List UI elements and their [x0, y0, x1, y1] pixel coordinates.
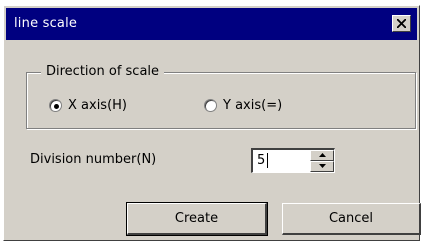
cancel-button[interactable]: Cancel: [282, 203, 421, 235]
spin-down-icon: [319, 164, 326, 168]
line-scale-dialog: line scale Direction of scale X axis(H) …: [3, 5, 421, 241]
division-number-stepper[interactable]: 5: [251, 148, 335, 173]
group-legend: Direction of scale: [41, 64, 165, 80]
create-button[interactable]: Create: [126, 202, 268, 236]
spin-down-button[interactable]: [310, 161, 334, 172]
close-icon: [397, 19, 406, 28]
radio-selected-dot: [54, 104, 59, 109]
title-bar[interactable]: line scale: [6, 8, 417, 40]
division-number-value[interactable]: 5: [257, 153, 265, 169]
radio-button-icon: [49, 99, 62, 112]
direction-of-scale-group: Direction of scale X axis(H) Y axis(=): [26, 64, 416, 129]
spin-up-icon: [319, 153, 326, 157]
spin-up-button[interactable]: [310, 150, 334, 161]
window-title: line scale: [14, 16, 78, 31]
division-number-label: Division number(N): [30, 152, 157, 167]
spin-buttons: [310, 150, 334, 172]
x-axis-label: X axis(H): [68, 98, 128, 113]
y-axis-label: Y axis(=): [223, 98, 283, 113]
close-button[interactable]: [392, 15, 411, 32]
radio-button-icon: [204, 99, 217, 112]
text-cursor: [267, 153, 268, 168]
